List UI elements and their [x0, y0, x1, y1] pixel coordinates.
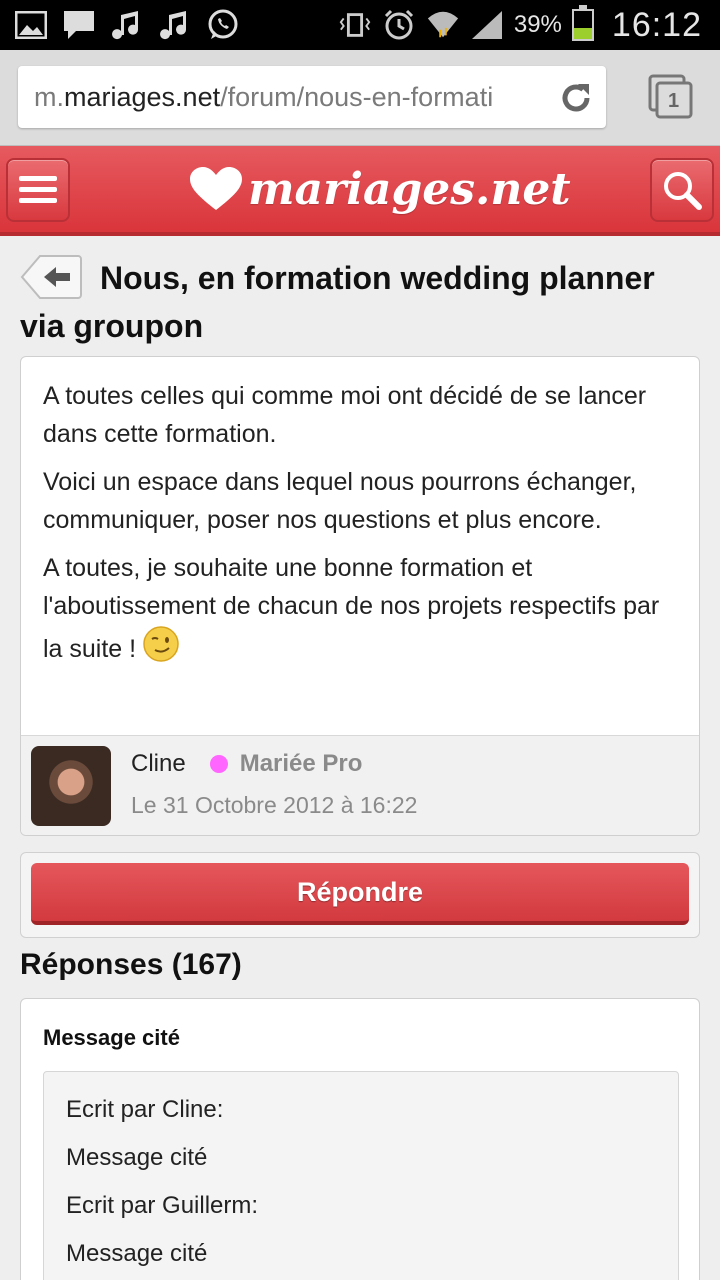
quote-label: Message cité — [43, 1025, 180, 1050]
clock: 16:12 — [611, 5, 702, 44]
post-paragraph: Voici un espace dans lequel nous pourron… — [43, 468, 637, 534]
author-role: Mariée Pro — [239, 750, 363, 777]
tab-count: 1 — [668, 90, 680, 112]
search-icon — [664, 172, 702, 210]
gallery-icon — [14, 9, 48, 41]
hamburger-icon — [19, 176, 57, 203]
responses-heading: Réponses (167) — [20, 948, 242, 981]
post-paragraph: A toutes, je souhaite une bonne formatio… — [43, 549, 677, 674]
wink-emoji-icon — [142, 625, 180, 674]
logo-text: mariages.net — [248, 163, 571, 215]
forum-thread: Nous, en formation wedding planner via g… — [0, 240, 720, 1280]
role-dot-icon — [209, 755, 228, 773]
heart-icon — [190, 167, 242, 210]
original-post: A toutes celles qui comme moi ont décidé… — [20, 356, 700, 836]
reply-bar: Répondre — [20, 852, 700, 938]
whatsapp-icon — [206, 9, 240, 41]
url-prefix: m. — [34, 81, 64, 112]
reload-icon[interactable] — [556, 78, 596, 118]
menu-button[interactable] — [6, 158, 70, 222]
avatar[interactable] — [31, 746, 111, 826]
browser-toolbar: m.mariages.net/forum/nous-en-formati 1 — [0, 50, 720, 146]
reply-button[interactable]: Répondre — [31, 863, 689, 925]
quote-line: Ecrit par Cline: — [66, 1096, 224, 1123]
url-field[interactable]: m.mariages.net/forum/nous-en-formati — [18, 66, 606, 128]
tabs-button[interactable]: 1 — [648, 74, 694, 120]
post-date: Le 31 Octobre 2012 à 16:22 — [131, 792, 418, 818]
post-author-bar: Cline Mariée Pro Le 31 Octobre 2012 à 16… — [21, 735, 699, 835]
url-host: mariages.net — [64, 81, 221, 112]
status-bar: 39% 16:12 — [0, 0, 720, 50]
author-info: Cline Mariée Pro — [131, 750, 362, 778]
post-body: A toutes celles qui comme moi ont décidé… — [21, 357, 699, 674]
message-icon — [62, 9, 96, 41]
quote-line: Message cité — [66, 1240, 208, 1267]
music-note-icon — [158, 9, 192, 41]
quote-box: Ecrit par Cline: Message cité Ecrit par … — [43, 1071, 679, 1280]
battery-level — [573, 28, 592, 39]
url-path: /forum/nous-en-formati — [220, 81, 494, 112]
site-logo[interactable]: mariages.net — [188, 156, 571, 222]
thread-title: Nous, en formation wedding planner via g… — [20, 260, 655, 344]
vibrate-icon — [338, 9, 372, 41]
battery-percent: 39% — [513, 11, 562, 38]
alarm-icon — [382, 9, 416, 41]
quote-line: Ecrit par Guillerm: — [66, 1192, 259, 1219]
author-name[interactable]: Cline — [131, 750, 186, 778]
reply-post: Message cité Ecrit par Cline: Message ci… — [20, 998, 700, 1280]
wifi-icon — [426, 9, 460, 41]
url-text: m.mariages.net/forum/nous-en-formati — [34, 82, 542, 113]
battery-icon — [571, 5, 594, 41]
quote-line: Message cité — [66, 1144, 208, 1171]
post-paragraph-text: A toutes, je souhaite une bonne formatio… — [43, 554, 660, 663]
site-header: mariages.net — [0, 146, 720, 236]
post-paragraph: A toutes celles qui comme moi ont décidé… — [43, 382, 647, 448]
music-note-icon — [110, 9, 144, 41]
signal-icon — [470, 9, 504, 41]
search-button[interactable] — [650, 158, 714, 222]
